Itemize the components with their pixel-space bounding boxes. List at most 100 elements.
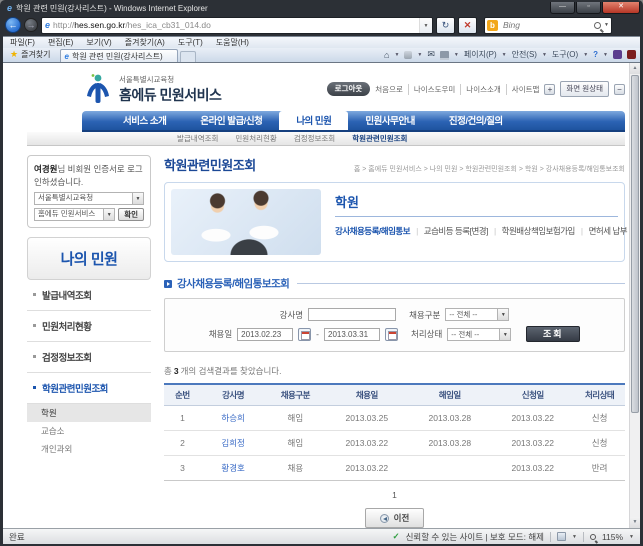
link-home[interactable]: 처음으로 [375,84,403,95]
address-dropdown[interactable]: ▼ [419,17,432,33]
category-link-instructor[interactable]: 강사채용등록/해임통보 [335,226,411,236]
subnav-academy-minwon[interactable]: 학원관련민원조회 [352,133,407,144]
logout-button[interactable]: 로그아웃 [326,82,371,96]
site-logo[interactable]: 서울특별시교육청 홈에듀 민원서비스 [119,74,222,105]
zoom-out-button[interactable]: − [614,83,625,95]
zoom-dropdown-icon[interactable]: ▼ [629,534,634,540]
section-header: 강사채용등록/해임통보조회 [164,276,625,291]
menu-favorites[interactable]: 즐겨찾기(A) [125,37,165,48]
sidebar-item-minwon-status[interactable]: 민원처리현황 [27,311,151,342]
page-number[interactable]: 1 [164,490,625,500]
category-link-tuition[interactable]: 교습비등 등록[변경] [410,226,488,236]
scroll-up-icon[interactable]: ▲ [630,63,640,74]
new-tab-button[interactable] [179,51,196,62]
search-input[interactable] [501,19,592,31]
help-dropdown-icon[interactable]: ▼ [603,52,608,58]
browser-tab[interactable]: e 학원 관련 민원(강사리스트) [59,49,178,62]
zoom-level[interactable]: 115% [602,532,623,542]
status-badge: 반려 [574,455,625,481]
home-dropdown-icon[interactable]: ▼ [394,52,399,58]
zoom-reset-button[interactable]: 화면 원상태 [560,81,609,97]
safety-dropdown-icon[interactable]: ▼ [542,52,547,58]
search-icon[interactable] [594,21,602,29]
hire-date-from-input[interactable] [237,327,294,341]
instructor-link[interactable]: 황경호 [200,455,266,481]
favorites-button[interactable]: ★ 즐겨찾기 [3,49,60,62]
scrollbar-thumb[interactable] [631,75,639,413]
scroll-down-icon[interactable]: ▼ [630,517,640,528]
link-neis-intro[interactable]: 나이스소개 [460,83,501,95]
print-dropdown-icon[interactable]: ▼ [454,52,459,58]
sidebar-item-exam-info[interactable]: 검정정보조회 [27,342,151,373]
hire-date-label: 채용일 [208,329,233,339]
instructor-link[interactable]: 하승희 [200,405,266,431]
category-link-license-tax[interactable]: 면허세 납부 [575,226,628,236]
zoom-in-button[interactable]: + [544,83,556,95]
instructor-name-input[interactable] [308,308,397,321]
menu-view[interactable]: 보기(V) [86,37,111,48]
subnav-exam-info[interactable]: 검정정보조회 [294,133,335,144]
vertical-scrollbar[interactable]: ▲ ▼ [629,63,640,528]
search-box[interactable]: b ▼ [484,16,612,34]
page-menu[interactable]: 페이지(P) [464,49,497,60]
link-sitemap[interactable]: 사이트맵 [505,83,539,95]
office-select[interactable]: 서울특별시교육청 ▼ [34,191,144,205]
subnav-issue-history[interactable]: 발급내역조회 [177,133,218,144]
service-select-dropdown-icon[interactable]: ▼ [103,208,115,220]
calendar-icon[interactable] [298,327,312,341]
tools-menu[interactable]: 도구(O) [552,49,578,60]
menu-file[interactable]: 파일(F) [10,37,35,48]
back-button[interactable]: ← [5,17,21,33]
confirm-button[interactable]: 확인 [118,207,144,221]
safety-menu[interactable]: 안전(S) [512,49,537,60]
mail-icon[interactable]: ✉ [427,49,435,60]
addon-icon-1[interactable] [613,50,622,59]
search-dropdown-icon[interactable]: ▼ [604,22,609,28]
hire-type-select[interactable]: -- 전체 -- ▼ [445,308,510,321]
minimize-button[interactable]: — [550,2,575,14]
zoom-icon[interactable] [589,533,596,540]
process-status-dropdown-icon[interactable]: ▼ [499,328,511,340]
tools-dropdown-icon[interactable]: ▼ [583,52,588,58]
sidebar-item-academy-minwon[interactable]: 학원관련민원조회 [27,373,151,404]
addon-icon-2[interactable] [627,50,636,59]
hire-date-to-input[interactable] [324,327,381,341]
help-icon[interactable]: ? [593,50,598,59]
link-neis-helper[interactable]: 나이스도우미 [407,83,455,95]
maximize-button[interactable]: ▫ [576,2,601,14]
menu-edit[interactable]: 편집(E) [48,37,73,48]
process-status-select[interactable]: -- 전체 -- ▼ [447,327,512,341]
nav-online-issue[interactable]: 온라인 발급/신청 [183,111,279,130]
subnav-minwon-status[interactable]: 민원처리현황 [235,133,276,144]
calendar-icon[interactable] [385,327,399,341]
instructor-link[interactable]: 김희정 [200,430,266,456]
previous-button[interactable]: 이전 [364,508,425,528]
nav-my-minwon[interactable]: 나의 민원 [279,111,349,130]
menu-help[interactable]: 도움말(H) [216,37,249,48]
service-select[interactable]: 홈에듀 민원서비스 ▼ [34,207,116,221]
office-select-dropdown-icon[interactable]: ▼ [132,192,143,204]
nav-service-intro[interactable]: 서비스 소개 [106,111,183,130]
menu-tools[interactable]: 도구(T) [178,37,203,48]
sidebar-subitem-teaching-school[interactable]: 교습소 [27,422,151,440]
refresh-button[interactable]: ↻ [436,16,455,34]
nav-minwon-guide[interactable]: 민원사무안내 [348,111,431,130]
close-button[interactable]: ✕ [602,2,640,14]
protected-mode-icon[interactable] [556,532,566,541]
search-button[interactable]: 조회 [526,326,581,342]
sidebar-item-issue-history[interactable]: 발급내역조회 [27,280,151,311]
printer-icon[interactable] [439,51,449,58]
feed-icon[interactable] [404,50,413,59]
home-icon[interactable]: ⌂ [384,50,389,60]
feed-dropdown-icon[interactable]: ▼ [417,52,422,58]
address-field[interactable]: e http://hes.sen.go.kr/hes_ica_cb31_014.… [41,16,433,34]
category-link-insurance[interactable]: 학원배상책임보험가입 [488,226,575,236]
sidebar-subitem-private-tutoring[interactable]: 개인과외 [27,440,151,458]
stop-button[interactable]: ✕ [458,16,477,34]
protected-mode-dropdown-icon[interactable]: ▼ [572,534,577,540]
sidebar-subitem-academy[interactable]: 학원 [27,403,151,422]
hire-type-dropdown-icon[interactable]: ▼ [497,309,509,320]
nav-petition[interactable]: 진정/건의/질의 [432,111,520,130]
page-dropdown-icon[interactable]: ▼ [502,52,507,58]
forward-button[interactable]: → [24,18,38,32]
